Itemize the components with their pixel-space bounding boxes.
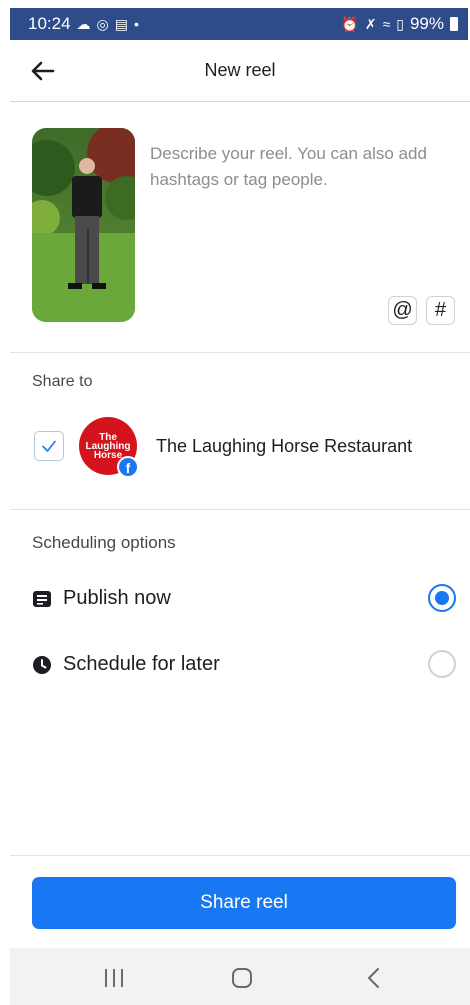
avatar-text-line: Horse (93, 449, 123, 461)
home-button[interactable] (228, 966, 256, 990)
mention-button[interactable]: @ (388, 296, 417, 325)
option-label: Schedule for later (63, 653, 220, 675)
battery-icon (450, 17, 458, 31)
divider (10, 509, 470, 510)
battery-percent: 99% (409, 14, 444, 33)
hashtag-button[interactable]: # (426, 296, 455, 325)
calendar-list-icon (33, 591, 51, 607)
radio-selected[interactable] (428, 584, 456, 612)
reel-composer: @ # (10, 103, 470, 353)
back-icon (368, 968, 379, 988)
status-bar: 10:24 ☁ ◎ ▤ • ⏰ ✗ ≈ ▯ 99% (10, 8, 468, 40)
check-icon (42, 440, 56, 452)
wifi-icon: ≈ (382, 16, 391, 32)
status-right: ⏰ ✗ ≈ ▯ 99% (341, 14, 458, 34)
divider (10, 855, 470, 856)
snapchat-icon: ☁ (76, 16, 91, 32)
share-reel-label: Share reel (200, 892, 288, 913)
hashtag-icon: # (434, 299, 447, 321)
system-nav-bar (10, 948, 470, 1005)
share-to-heading: Share to (32, 373, 93, 390)
dot-icon: • (134, 16, 139, 32)
share-page-checkbox[interactable] (34, 431, 64, 461)
scheduling-heading: Scheduling options (32, 533, 176, 552)
share-reel-button[interactable]: Share reel (32, 877, 456, 929)
alarm-icon: ⏰ (341, 16, 359, 32)
option-schedule-later[interactable]: Schedule for later (0, 640, 470, 690)
top-app-bar: New reel (10, 40, 470, 102)
radio-unselected[interactable] (428, 650, 456, 678)
page-name: The Laughing Horse Restaurant (156, 436, 413, 456)
recent-apps-button[interactable] (100, 966, 128, 990)
facebook-icon: f (117, 456, 139, 478)
option-label: Publish now (63, 587, 171, 609)
recent-apps-icon (105, 969, 123, 987)
system-back-button[interactable] (360, 966, 388, 990)
reel-preview-image (32, 128, 135, 322)
reel-thumbnail[interactable] (32, 128, 135, 322)
mute-icon: ✗ (364, 16, 377, 32)
status-time: 10:24 (28, 14, 71, 33)
alarm-clock-icon: ◎ (96, 16, 109, 32)
page-title: New reel (204, 60, 276, 80)
status-left: 10:24 ☁ ◎ ▤ • (28, 14, 139, 34)
caption-input[interactable] (150, 141, 460, 261)
option-publish-now[interactable]: Publish now (0, 574, 470, 624)
news-icon: ▤ (114, 16, 128, 32)
signal-icon: ▯ (396, 16, 404, 32)
at-icon: @ (392, 299, 413, 321)
clock-icon (33, 656, 51, 674)
home-icon (232, 968, 252, 988)
